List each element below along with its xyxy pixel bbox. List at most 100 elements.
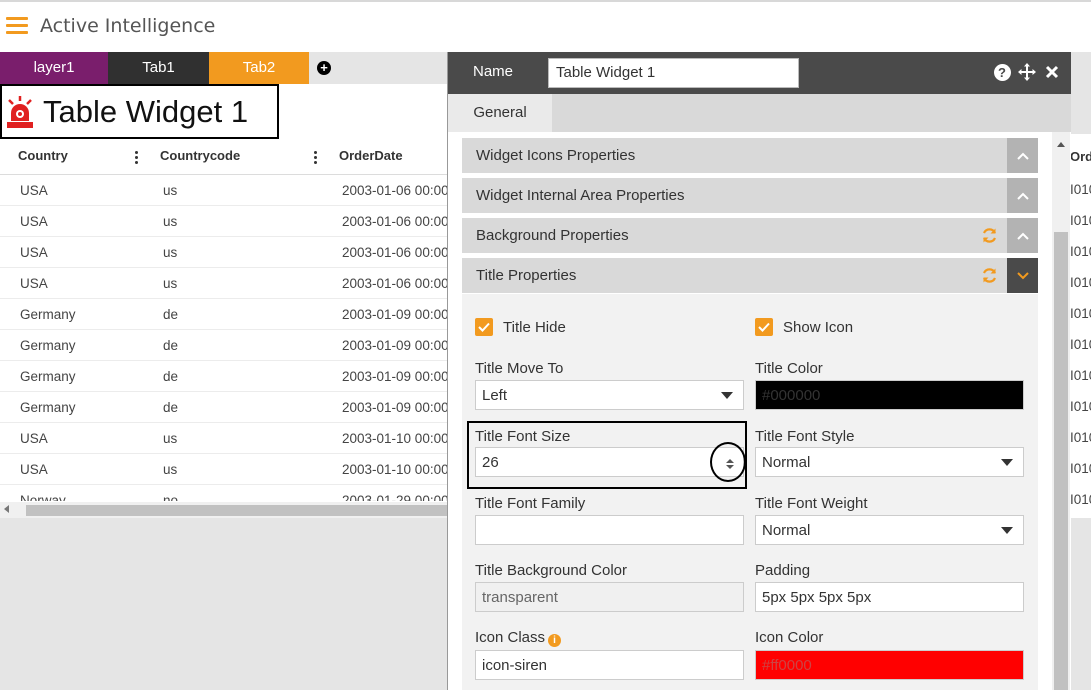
data-grid: Country Countrycode OrderDate USA us 2003-… bbox=[0, 141, 447, 501]
hamburger-menu-icon[interactable] bbox=[6, 17, 28, 35]
section-widget-internal-area[interactable]: Widget Internal Area Properties bbox=[462, 178, 1038, 213]
refresh-icon[interactable] bbox=[981, 267, 998, 284]
table-cell: de bbox=[163, 338, 179, 353]
siren-icon bbox=[5, 95, 35, 129]
add-tab-button[interactable]: + bbox=[309, 52, 339, 84]
title-hide-label: Title Hide bbox=[503, 318, 566, 336]
column-header-orderdate[interactable]: OrderDate bbox=[339, 141, 403, 175]
table-row[interactable]: Norway no 2003-01-29 00:00 bbox=[0, 485, 447, 501]
title-font-family-input[interactable] bbox=[475, 515, 744, 545]
help-icon[interactable]: ? bbox=[993, 63, 1011, 81]
title-hide-checkbox[interactable]: Title Hide bbox=[475, 318, 566, 336]
table-cell: I010 bbox=[1070, 399, 1091, 414]
select-value: Normal bbox=[762, 522, 811, 539]
table-cell: Germany bbox=[20, 307, 76, 322]
name-input[interactable]: Table Widget 1 bbox=[548, 58, 799, 88]
chevron-up-icon[interactable] bbox=[1007, 178, 1038, 213]
select-value: Normal bbox=[762, 454, 811, 471]
scrollbar-thumb[interactable] bbox=[1054, 232, 1068, 690]
dropdown-arrow-icon bbox=[1001, 459, 1013, 466]
horizontal-scrollbar[interactable] bbox=[0, 502, 447, 518]
grid-body: USA us 2003-01-06 00:00 USA us 2003-01-06 00:… bbox=[0, 175, 447, 501]
table-cell: USA bbox=[20, 462, 48, 477]
table-cell: I010 bbox=[1070, 461, 1091, 476]
table-cell: I010 bbox=[1070, 492, 1091, 507]
title-font-weight-label: Title Font Weight bbox=[755, 495, 868, 512]
table-cell: us bbox=[163, 276, 178, 291]
table-row[interactable]: USA us 2003-01-06 00:00 bbox=[0, 206, 447, 237]
section-background[interactable]: Background Properties bbox=[462, 218, 1038, 253]
table-row[interactable]: Germany de 2003-01-09 00:00 bbox=[0, 330, 447, 361]
table-row[interactable]: Germany de 2003-01-09 00:00 bbox=[0, 392, 447, 423]
title-background-color-input[interactable]: transparent bbox=[475, 582, 744, 612]
tab-tab1[interactable]: Tab1 bbox=[108, 52, 209, 84]
move-icon[interactable] bbox=[1018, 63, 1036, 81]
title-color-input[interactable]: #000000 bbox=[755, 380, 1024, 410]
widget-title-box: Table Widget 1 bbox=[0, 84, 279, 139]
top-bar: Active Intelligence bbox=[0, 0, 1091, 52]
padding-label: Padding bbox=[755, 562, 811, 579]
table-cell: 2003-01-06 00:00 bbox=[342, 276, 447, 291]
table-cell: I010 bbox=[1070, 182, 1091, 197]
table-cell: us bbox=[163, 462, 178, 477]
padding-input[interactable]: 5px 5px 5px 5px bbox=[755, 582, 1024, 612]
table-cell: USA bbox=[20, 276, 48, 291]
refresh-icon[interactable] bbox=[981, 227, 998, 244]
column-header-countrycode[interactable]: Countrycode bbox=[160, 141, 240, 175]
column-menu-icon[interactable] bbox=[135, 151, 139, 165]
title-move-to-select[interactable]: Left bbox=[475, 380, 744, 410]
widget-title: Table Widget 1 bbox=[43, 93, 249, 129]
table-cell: 2003-01-06 00:00 bbox=[342, 214, 447, 229]
table-cell: Norway bbox=[20, 493, 66, 501]
column-header-country[interactable]: Country bbox=[18, 141, 68, 175]
table-row[interactable]: USA us 2003-01-10 00:00 bbox=[0, 454, 447, 485]
checkmark-icon[interactable] bbox=[755, 318, 773, 336]
table-cell: us bbox=[163, 214, 178, 229]
name-label: Name bbox=[473, 63, 514, 80]
icon-class-input[interactable]: icon-siren bbox=[475, 650, 744, 680]
table-cell: USA bbox=[20, 245, 48, 260]
column-menu-icon[interactable] bbox=[314, 151, 318, 165]
section-title-properties[interactable]: Title Properties bbox=[462, 258, 1038, 293]
chevron-up-icon[interactable] bbox=[1007, 218, 1038, 253]
column-header-partial: Orde bbox=[1070, 149, 1091, 164]
scroll-up-icon[interactable] bbox=[1057, 142, 1065, 147]
table-cell: 2003-01-09 00:00 bbox=[342, 400, 447, 415]
scrollbar-thumb[interactable] bbox=[26, 505, 447, 516]
chevron-up-icon[interactable] bbox=[1007, 138, 1038, 173]
section-title: Title Properties bbox=[476, 267, 577, 284]
table-row[interactable]: Germany de 2003-01-09 00:00 bbox=[0, 361, 447, 392]
section-widget-icons[interactable]: Widget Icons Properties bbox=[462, 138, 1038, 173]
panel-tabbar: General bbox=[448, 94, 1071, 132]
panel-body: Widget Icons Properties Widget Internal … bbox=[448, 132, 1071, 690]
title-font-weight-select[interactable]: Normal bbox=[755, 515, 1024, 545]
table-row[interactable]: USA us 2003-01-06 00:00 bbox=[0, 237, 447, 268]
chevron-down-icon[interactable] bbox=[1007, 258, 1038, 293]
layer-tabs: layer1 Tab1 Tab2 + bbox=[0, 52, 339, 84]
icon-color-label: Icon Color bbox=[755, 629, 824, 646]
show-icon-checkbox[interactable]: Show Icon bbox=[755, 318, 853, 336]
tab-general[interactable]: General bbox=[448, 94, 552, 132]
scroll-left-icon[interactable] bbox=[4, 505, 9, 513]
title-font-style-select[interactable]: Normal bbox=[755, 447, 1024, 477]
show-icon-label: Show Icon bbox=[783, 318, 854, 336]
table-cell: I010 bbox=[1070, 337, 1091, 352]
select-value: Left bbox=[482, 387, 508, 404]
checkmark-icon[interactable] bbox=[475, 318, 493, 336]
title-move-to-label: Title Move To bbox=[475, 360, 564, 377]
table-row[interactable]: Germany de 2003-01-09 00:00 bbox=[0, 299, 447, 330]
tab-tab2[interactable]: Tab2 bbox=[209, 52, 309, 84]
info-icon[interactable]: i bbox=[548, 634, 562, 647]
table-cell: 2003-01-09 00:00 bbox=[342, 338, 447, 353]
icon-color-input[interactable]: #ff0000 bbox=[755, 650, 1024, 680]
table-row[interactable]: USA us 2003-01-10 00:00 bbox=[0, 423, 447, 454]
vertical-scrollbar[interactable] bbox=[1052, 132, 1070, 690]
table-cell: USA bbox=[20, 183, 48, 198]
title-background-color-label: Title Background Color bbox=[475, 562, 628, 579]
table-cell: 2003-01-06 00:00 bbox=[342, 183, 447, 198]
close-icon[interactable] bbox=[1043, 63, 1061, 81]
tab-layer1[interactable]: layer1 bbox=[0, 52, 108, 84]
table-row[interactable]: USA us 2003-01-06 00:00 bbox=[0, 268, 447, 299]
table-cell: us bbox=[163, 183, 178, 198]
table-row[interactable]: USA us 2003-01-06 00:00 bbox=[0, 175, 447, 206]
